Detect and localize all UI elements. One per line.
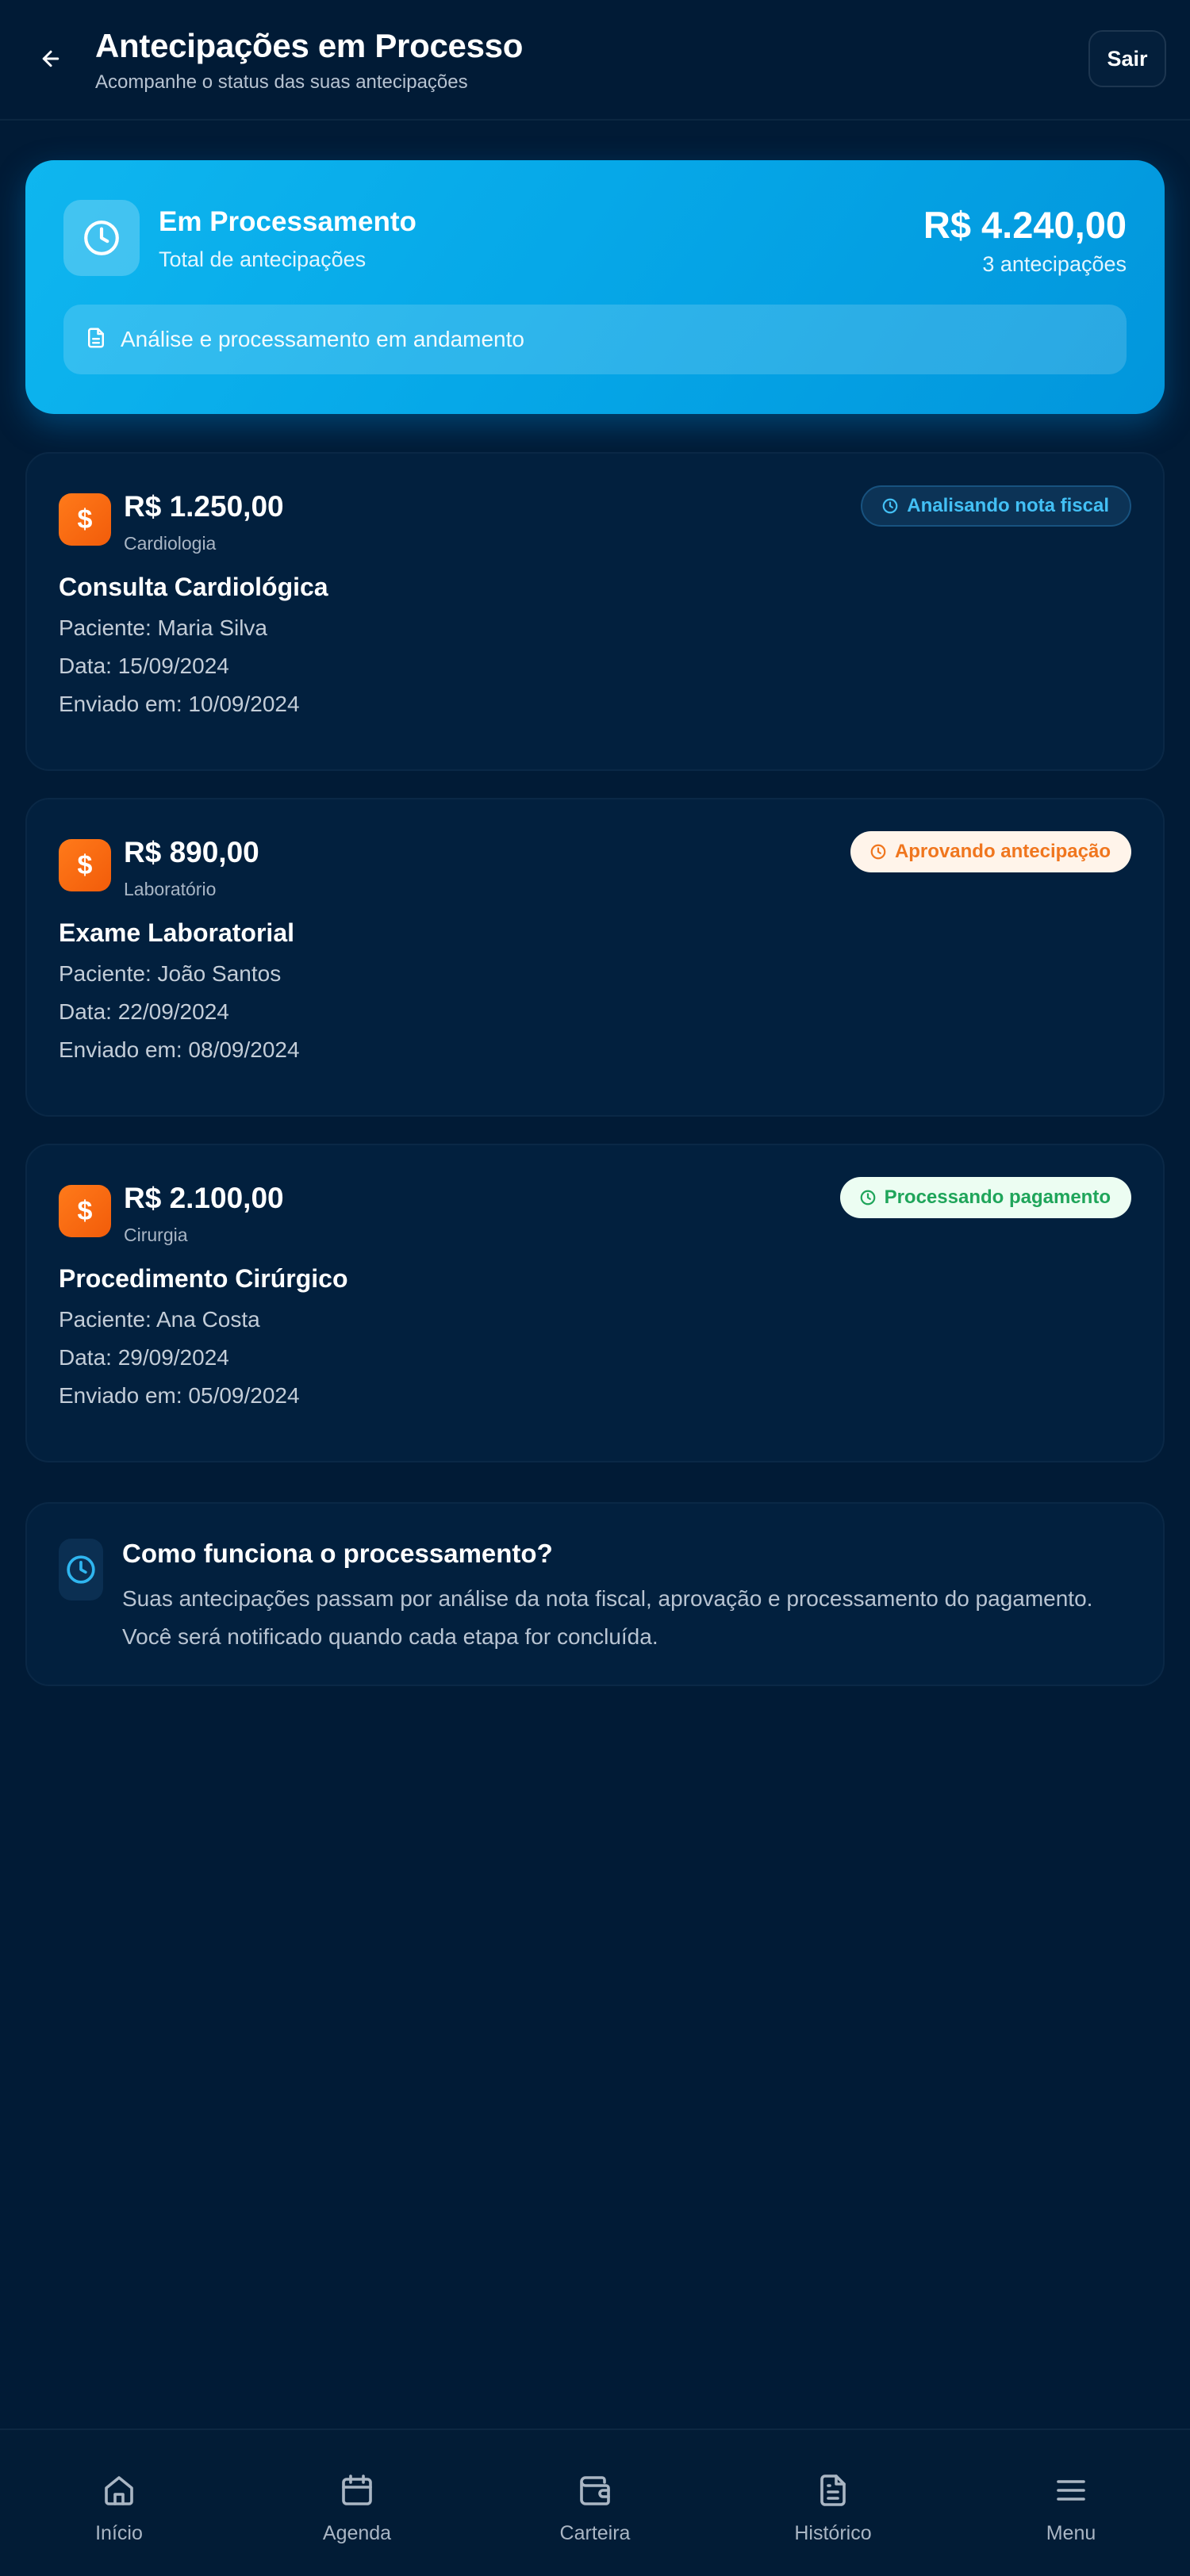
info-text: Suas antecipações passam por análise da … xyxy=(122,1586,1093,1649)
clock-icon xyxy=(869,843,887,861)
clock-icon xyxy=(859,1189,877,1206)
nav-item-historico[interactable]: Histórico xyxy=(714,2430,952,2576)
home-icon xyxy=(100,2470,138,2511)
logout-button[interactable]: Sair xyxy=(1088,30,1166,87)
document-icon xyxy=(84,326,108,354)
anticipation-patient: Paciente: Ana Costa xyxy=(59,1307,260,1332)
anticipation-amount: R$ 2.100,00 xyxy=(124,1182,284,1214)
status-badge-label: Analisando nota fiscal xyxy=(907,495,1109,516)
nav-label: Agenda xyxy=(322,2522,392,2544)
anticipation-category: Cardiologia xyxy=(124,533,217,554)
info-title: Como funciona o processamento? xyxy=(122,1539,553,1568)
summary-subtitle: Total de antecipações xyxy=(159,247,367,271)
bottom-navigation: Início Agenda Carteira Histórico Menu xyxy=(0,2428,1190,2576)
menu-icon xyxy=(1052,2470,1090,2511)
processing-summary-card: Em Processamento Total de antecipações R… xyxy=(25,160,1165,414)
anticipation-date: Data: 15/09/2024 xyxy=(59,654,229,678)
anticipation-sent-date: Enviado em: 08/09/2024 xyxy=(59,1037,300,1062)
summary-status-bar: Análise e processamento em andamento xyxy=(63,305,1127,374)
anticipation-amount: R$ 1.250,00 xyxy=(124,490,284,523)
anticipation-amount: R$ 890,00 xyxy=(124,836,259,868)
dollar-icon: $ xyxy=(59,493,111,546)
nav-item-inicio[interactable]: Início xyxy=(0,2430,238,2576)
anticipation-card[interactable]: $ R$ 890,00 Laboratório Aprovando anteci… xyxy=(25,798,1165,1117)
summary-count: 3 antecipações xyxy=(982,252,1127,276)
app-header: Antecipações em Processo Acompanhe o sta… xyxy=(0,0,1190,121)
status-badge-label: Aprovando antecipação xyxy=(894,841,1111,862)
nav-item-agenda[interactable]: Agenda xyxy=(238,2430,476,2576)
info-card: Como funciona o processamento? Suas ante… xyxy=(25,1502,1165,1686)
back-button[interactable] xyxy=(30,40,71,81)
calendar-icon xyxy=(338,2470,376,2511)
anticipation-card[interactable]: $ R$ 2.100,00 Cirurgia Processando pagam… xyxy=(25,1144,1165,1462)
status-badge: Analisando nota fiscal xyxy=(861,485,1131,527)
clock-icon xyxy=(63,200,140,276)
wallet-icon xyxy=(576,2470,614,2511)
anticipation-date: Data: 29/09/2024 xyxy=(59,1345,229,1370)
summary-title: Em Processamento xyxy=(159,206,416,237)
page-subtitle: Acompanhe o status das suas antecipações xyxy=(95,71,468,93)
anticipation-sent-date: Enviado em: 10/09/2024 xyxy=(59,692,300,716)
anticipation-patient: Paciente: Maria Silva xyxy=(59,615,268,640)
anticipation-title: Procedimento Cirúrgico xyxy=(59,1264,348,1293)
page-title: Antecipações em Processo xyxy=(95,27,524,64)
anticipation-category: Laboratório xyxy=(124,879,217,899)
file-text-icon xyxy=(814,2470,852,2511)
status-badge-label: Processando pagamento xyxy=(884,1186,1111,1208)
nav-item-menu[interactable]: Menu xyxy=(952,2430,1190,2576)
nav-label: Início xyxy=(95,2522,143,2544)
anticipation-card[interactable]: $ R$ 1.250,00 Cardiologia Analisando not… xyxy=(25,452,1165,771)
nav-label: Histórico xyxy=(794,2522,872,2544)
arrow-left-icon xyxy=(39,47,63,75)
nav-label: Menu xyxy=(1046,2522,1096,2544)
summary-status-text: Análise e processamento em andamento xyxy=(121,327,524,351)
anticipation-patient: Paciente: João Santos xyxy=(59,961,282,986)
summary-total: R$ 4.240,00 xyxy=(923,204,1127,246)
clock-icon xyxy=(881,497,899,515)
clock-icon xyxy=(59,1539,103,1600)
nav-label: Carteira xyxy=(559,2522,631,2544)
anticipation-date: Data: 22/09/2024 xyxy=(59,999,229,1024)
dollar-icon: $ xyxy=(59,839,111,891)
status-badge: Aprovando antecipação xyxy=(850,831,1131,872)
anticipation-sent-date: Enviado em: 05/09/2024 xyxy=(59,1383,300,1408)
anticipation-category: Cirurgia xyxy=(124,1225,188,1245)
anticipation-title: Consulta Cardiológica xyxy=(59,573,328,601)
nav-item-carteira[interactable]: Carteira xyxy=(476,2430,714,2576)
status-badge: Processando pagamento xyxy=(839,1177,1131,1218)
anticipation-title: Exame Laboratorial xyxy=(59,918,294,947)
dollar-icon: $ xyxy=(59,1185,111,1237)
